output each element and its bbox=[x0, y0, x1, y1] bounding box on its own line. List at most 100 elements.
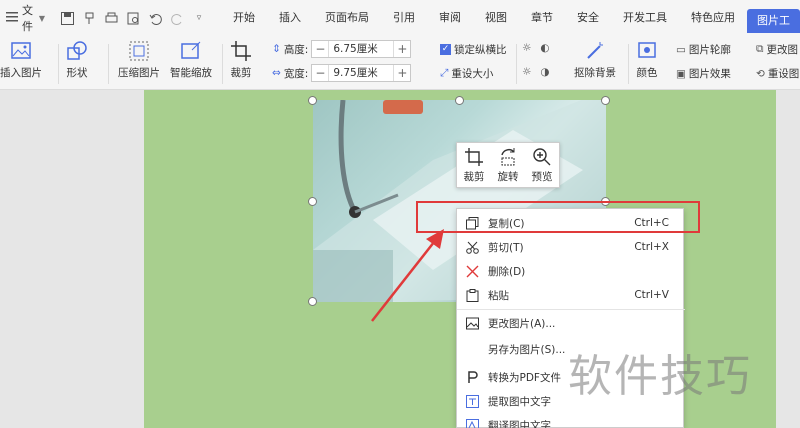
quick-access-toolbar: ▿ bbox=[53, 10, 213, 26]
menu-separator bbox=[457, 309, 685, 310]
translate-icon bbox=[465, 418, 479, 428]
outline-icon: ▭ bbox=[676, 43, 686, 56]
picture-effect-button[interactable]: ▣ 图片效果 bbox=[676, 66, 731, 81]
crop-icon bbox=[465, 147, 483, 166]
zoom-in-icon bbox=[533, 147, 551, 165]
tab-page-layout[interactable]: 页面布局 bbox=[313, 0, 381, 36]
extract-text-icon bbox=[465, 394, 479, 408]
picture-outline-label: 图片轮廓 bbox=[688, 44, 731, 56]
color-icon bbox=[638, 42, 656, 58]
compress-picture-label: 压缩图片 bbox=[118, 67, 160, 79]
tab-security[interactable]: 安全 bbox=[565, 0, 611, 36]
crop-label: 裁剪 bbox=[230, 67, 252, 79]
height-label: 高度: bbox=[283, 43, 309, 56]
menu-item-delete-label: 删除(D) bbox=[488, 265, 526, 278]
height-spinner[interactable]: − 6.75厘米 + bbox=[311, 40, 412, 58]
mini-crop-label: 裁剪 bbox=[463, 170, 485, 183]
menu-item-cut-shortcut: Ctrl+X bbox=[634, 241, 669, 253]
width-spinner[interactable]: − 9.75厘米 + bbox=[311, 64, 412, 82]
compress-picture-button[interactable]: 压缩图片 bbox=[118, 40, 160, 80]
tab-picture-tools[interactable]: 图片工 bbox=[747, 9, 800, 33]
menu-item-change-picture[interactable]: 更改图片(A)... bbox=[457, 311, 685, 335]
save-icon[interactable] bbox=[59, 10, 75, 26]
print-icon[interactable] bbox=[103, 10, 119, 26]
mini-preview-button[interactable]: 预览 bbox=[525, 143, 559, 187]
width-increase-button[interactable]: + bbox=[394, 65, 410, 81]
redo-icon[interactable] bbox=[169, 10, 185, 26]
mini-crop-button[interactable]: 裁剪 bbox=[457, 143, 491, 187]
shape-button[interactable]: 形状 bbox=[66, 40, 88, 80]
tab-chapter[interactable]: 章节 bbox=[519, 0, 565, 36]
menu-item-translate-text[interactable]: 翻译图中文字 bbox=[457, 413, 685, 428]
shape-icon bbox=[67, 41, 87, 60]
menu-item-delete[interactable]: 删除(D) bbox=[457, 259, 685, 283]
menu-item-paste[interactable]: 粘贴 Ctrl+V bbox=[457, 283, 685, 307]
tab-insert[interactable]: 插入 bbox=[267, 0, 313, 36]
contrast-decrease-icon[interactable]: ◑ bbox=[540, 66, 549, 78]
resize-handle-bottom-left[interactable] bbox=[308, 297, 317, 306]
picture-icon bbox=[11, 42, 31, 59]
insert-picture-button[interactable]: 插入图片 bbox=[0, 40, 42, 80]
menu-bar: 文件 ▼ ▿ 开始 插入 页面布局 引用 审阅 视图 章节 安全 开发工具 特色… bbox=[0, 0, 800, 36]
contrast-increase-icon[interactable]: ◐ bbox=[540, 42, 549, 54]
tab-review[interactable]: 审阅 bbox=[427, 0, 473, 36]
width-label: 宽度: bbox=[283, 67, 309, 80]
mini-rotate-button[interactable]: 旋转 bbox=[491, 143, 525, 187]
lock-aspect-checkbox[interactable]: ✓ 锁定纵横比 bbox=[440, 42, 507, 57]
width-control: ⇔ 宽度: − 9.75厘米 + bbox=[272, 64, 412, 82]
menu-item-translate-text-label: 翻译图中文字 bbox=[488, 419, 551, 428]
picture-mini-toolbar: 裁剪 旋转 预览 bbox=[456, 142, 560, 188]
pdf-icon bbox=[465, 370, 479, 384]
hamburger-icon bbox=[6, 11, 18, 25]
menu-item-cut[interactable]: 剪切(T) Ctrl+X bbox=[457, 235, 685, 259]
file-menu[interactable]: 文件 ▼ bbox=[0, 2, 53, 34]
magic-wand-icon bbox=[587, 42, 603, 59]
height-decrease-button[interactable]: − bbox=[312, 41, 328, 57]
width-icon: ⇔ bbox=[272, 67, 281, 79]
width-decrease-button[interactable]: − bbox=[312, 65, 328, 81]
picture-outline-button[interactable]: ▭ 图片轮廓 bbox=[676, 42, 731, 57]
crop-button[interactable]: 裁剪 bbox=[230, 40, 252, 80]
format-painter-icon[interactable] bbox=[81, 10, 97, 26]
reset-picture-icon: ⟲ bbox=[756, 67, 765, 80]
menu-item-paste-shortcut: Ctrl+V bbox=[634, 289, 669, 301]
height-increase-button[interactable]: + bbox=[394, 41, 410, 57]
height-icon: ⇕ bbox=[272, 43, 281, 55]
resize-handle-left[interactable] bbox=[308, 197, 317, 206]
resize-handle-top[interactable] bbox=[455, 96, 464, 105]
reset-size-label: 重设大小 bbox=[451, 68, 494, 80]
chevron-down-icon: ▼ bbox=[38, 13, 45, 23]
remove-background-label: 抠除背景 bbox=[574, 67, 616, 79]
lock-aspect-label: 锁定纵横比 bbox=[454, 44, 507, 56]
customize-toolbar-icon[interactable]: ▿ bbox=[191, 10, 207, 26]
red-arrow-annotation bbox=[371, 229, 444, 322]
smart-zoom-button[interactable]: 智能缩放 bbox=[170, 40, 212, 80]
brightness-increase-button[interactable]: ☼ ◐ bbox=[522, 42, 550, 54]
smart-zoom-label: 智能缩放 bbox=[170, 67, 212, 79]
tab-home[interactable]: 开始 bbox=[221, 0, 267, 36]
print-preview-icon[interactable] bbox=[125, 10, 141, 26]
tab-developer[interactable]: 开发工具 bbox=[611, 0, 679, 36]
brightness-plus-icon: ☼ bbox=[522, 42, 532, 54]
resize-handle-top-right[interactable] bbox=[601, 96, 610, 105]
ribbon: 插入图片 形状 压缩图片 智能缩放 裁剪 ⇕ 高度: − 6.75厘米 + ⇔ … bbox=[0, 36, 800, 90]
change-picture-button[interactable]: ⧉ 更改图 bbox=[756, 42, 798, 57]
smart-zoom-icon bbox=[181, 41, 201, 59]
resize-handle-top-left[interactable] bbox=[308, 96, 317, 105]
undo-icon[interactable] bbox=[147, 10, 163, 26]
compress-icon bbox=[129, 41, 149, 61]
tab-special-apps[interactable]: 特色应用 bbox=[679, 0, 747, 36]
reset-picture-button[interactable]: ⟲ 重设图 bbox=[756, 66, 799, 81]
color-label: 颜色 bbox=[636, 67, 658, 79]
reset-size-button[interactable]: ⤢ 重设大小 bbox=[440, 66, 493, 81]
brightness-decrease-button[interactable]: ☼ ◑ bbox=[522, 66, 550, 78]
watermark-text: 软件技巧 bbox=[568, 351, 752, 402]
height-input[interactable]: 6.75厘米 bbox=[328, 41, 395, 57]
paste-icon bbox=[465, 288, 479, 302]
menu-item-cut-label: 剪切(T) bbox=[488, 241, 524, 254]
width-input[interactable]: 9.75厘米 bbox=[328, 65, 395, 81]
color-button[interactable]: 颜色 bbox=[636, 40, 658, 80]
remove-background-button[interactable]: 抠除背景 bbox=[574, 40, 616, 80]
tab-references[interactable]: 引用 bbox=[381, 0, 427, 36]
tab-view[interactable]: 视图 bbox=[473, 0, 519, 36]
